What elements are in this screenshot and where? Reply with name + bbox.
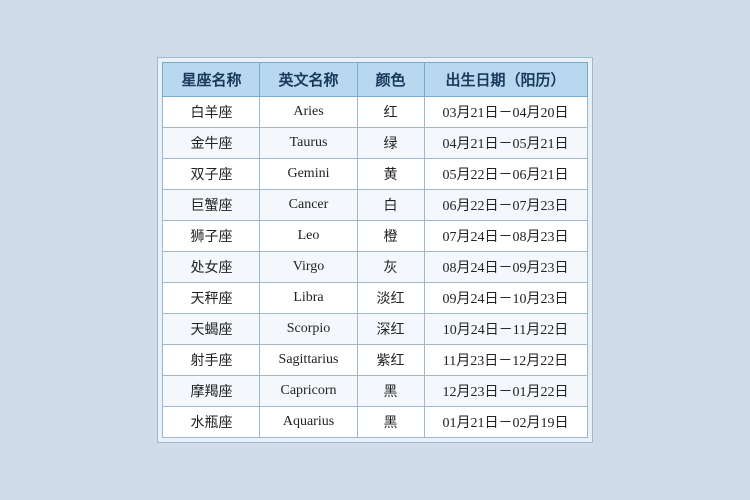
cell-0-1: Aries	[260, 97, 357, 128]
cell-9-3: 12月23日－01月22日	[424, 376, 587, 407]
table-body: 白羊座Aries红03月21日－04月20日金牛座Taurus绿04月21日－0…	[163, 97, 587, 438]
cell-9-0: 摩羯座	[163, 376, 260, 407]
cell-10-2: 黑	[357, 407, 424, 438]
cell-6-0: 天秤座	[163, 283, 260, 314]
cell-10-3: 01月21日－02月19日	[424, 407, 587, 438]
cell-2-0: 双子座	[163, 159, 260, 190]
cell-4-0: 狮子座	[163, 221, 260, 252]
zodiac-table: 星座名称英文名称颜色出生日期（阳历） 白羊座Aries红03月21日－04月20…	[162, 62, 587, 438]
cell-8-2: 紫红	[357, 345, 424, 376]
table-row: 天秤座Libra淡红09月24日－10月23日	[163, 283, 587, 314]
cell-10-1: Aquarius	[260, 407, 357, 438]
cell-7-1: Scorpio	[260, 314, 357, 345]
cell-6-3: 09月24日－10月23日	[424, 283, 587, 314]
table-row: 双子座Gemini黄05月22日－06月21日	[163, 159, 587, 190]
cell-9-2: 黑	[357, 376, 424, 407]
cell-5-0: 处女座	[163, 252, 260, 283]
cell-4-1: Leo	[260, 221, 357, 252]
table-header-row: 星座名称英文名称颜色出生日期（阳历）	[163, 63, 587, 97]
cell-0-3: 03月21日－04月20日	[424, 97, 587, 128]
cell-1-3: 04月21日－05月21日	[424, 128, 587, 159]
header-col-1: 英文名称	[260, 63, 357, 97]
cell-2-2: 黄	[357, 159, 424, 190]
cell-3-1: Cancer	[260, 190, 357, 221]
header-col-0: 星座名称	[163, 63, 260, 97]
cell-9-1: Capricorn	[260, 376, 357, 407]
header-col-2: 颜色	[357, 63, 424, 97]
table-row: 金牛座Taurus绿04月21日－05月21日	[163, 128, 587, 159]
table-row: 处女座Virgo灰08月24日－09月23日	[163, 252, 587, 283]
cell-3-2: 白	[357, 190, 424, 221]
cell-10-0: 水瓶座	[163, 407, 260, 438]
table-row: 水瓶座Aquarius黑01月21日－02月19日	[163, 407, 587, 438]
cell-1-2: 绿	[357, 128, 424, 159]
table-row: 摩羯座Capricorn黑12月23日－01月22日	[163, 376, 587, 407]
cell-3-0: 巨蟹座	[163, 190, 260, 221]
cell-7-2: 深红	[357, 314, 424, 345]
cell-5-1: Virgo	[260, 252, 357, 283]
cell-6-1: Libra	[260, 283, 357, 314]
cell-1-1: Taurus	[260, 128, 357, 159]
cell-8-1: Sagittarius	[260, 345, 357, 376]
cell-7-3: 10月24日－11月22日	[424, 314, 587, 345]
table-row: 巨蟹座Cancer白06月22日－07月23日	[163, 190, 587, 221]
cell-5-2: 灰	[357, 252, 424, 283]
cell-2-1: Gemini	[260, 159, 357, 190]
cell-4-2: 橙	[357, 221, 424, 252]
table-row: 射手座Sagittarius紫红11月23日－12月22日	[163, 345, 587, 376]
zodiac-table-container: 星座名称英文名称颜色出生日期（阳历） 白羊座Aries红03月21日－04月20…	[157, 57, 592, 443]
cell-8-3: 11月23日－12月22日	[424, 345, 587, 376]
table-row: 白羊座Aries红03月21日－04月20日	[163, 97, 587, 128]
cell-2-3: 05月22日－06月21日	[424, 159, 587, 190]
cell-8-0: 射手座	[163, 345, 260, 376]
cell-4-3: 07月24日－08月23日	[424, 221, 587, 252]
table-row: 天蝎座Scorpio深红10月24日－11月22日	[163, 314, 587, 345]
cell-0-0: 白羊座	[163, 97, 260, 128]
cell-7-0: 天蝎座	[163, 314, 260, 345]
table-row: 狮子座Leo橙07月24日－08月23日	[163, 221, 587, 252]
cell-1-0: 金牛座	[163, 128, 260, 159]
cell-3-3: 06月22日－07月23日	[424, 190, 587, 221]
cell-5-3: 08月24日－09月23日	[424, 252, 587, 283]
header-col-3: 出生日期（阳历）	[424, 63, 587, 97]
cell-0-2: 红	[357, 97, 424, 128]
cell-6-2: 淡红	[357, 283, 424, 314]
